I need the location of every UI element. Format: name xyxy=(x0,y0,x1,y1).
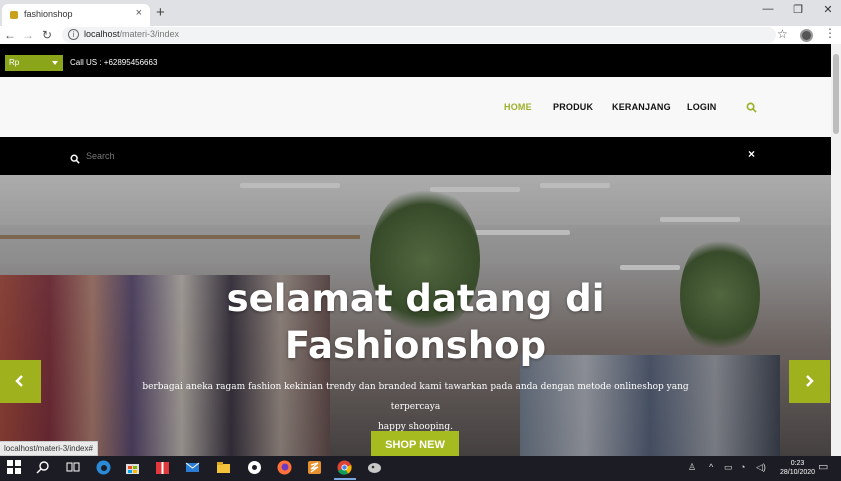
main-navbar: HOME PRODUK KERANJANG LOGIN xyxy=(0,77,831,137)
currency-label: Rp xyxy=(9,58,20,67)
media-app-icon[interactable] xyxy=(247,460,263,476)
network-icon[interactable]: ◔ xyxy=(740,462,745,472)
page-scrollbar[interactable] xyxy=(831,44,841,456)
clock-date: 28/10/2020 xyxy=(780,469,816,476)
browser-toolbar: ← → ↻ i localhost/materi-3/index ☆ ⋮ xyxy=(0,26,841,44)
hero-description-line-1: berbagai aneka ragam fashion kekinian tr… xyxy=(142,382,689,412)
search-icon[interactable] xyxy=(746,100,757,118)
close-icon[interactable]: × xyxy=(748,147,755,161)
store-icon[interactable] xyxy=(125,460,141,476)
scrollbar-thumb[interactable] xyxy=(833,54,839,134)
hero-carousel: selamat datang di Fashionshop berbagai a… xyxy=(0,175,831,456)
tray-expand-icon[interactable]: ^ xyxy=(709,462,713,472)
browser-tab[interactable]: fashionshop × xyxy=(2,4,150,26)
browser-tab-strip: fashionshop × + — ❐ ✕ xyxy=(0,0,841,26)
favicon-icon xyxy=(10,11,18,19)
url-host: localhost xyxy=(84,29,120,39)
hero-title: selamat datang di Fashionshop xyxy=(0,275,831,369)
search-bar: × xyxy=(0,137,831,175)
battery-icon[interactable]: ▭ xyxy=(724,462,733,473)
forward-icon[interactable]: → xyxy=(21,27,35,43)
profile-avatar[interactable] xyxy=(800,29,813,42)
nav-item-keranjang[interactable]: KERANJANG xyxy=(612,102,671,112)
web-page: Rp Call US : +62895456663 HOME PRODUK KE… xyxy=(0,44,831,456)
mail-icon[interactable] xyxy=(185,460,201,476)
carousel-next-button[interactable] xyxy=(789,360,830,403)
windows-taskbar: ♙ ^ ▭ ◔ ◁) 0:23 28/10/2020 ▭ xyxy=(0,456,841,481)
search-icon xyxy=(70,151,80,169)
bookmark-star-icon[interactable]: ☆ xyxy=(777,27,788,41)
sublime-text-icon[interactable] xyxy=(307,460,323,476)
volume-icon[interactable]: ◁) xyxy=(756,462,766,473)
back-icon[interactable]: ← xyxy=(3,27,17,43)
chevron-left-icon xyxy=(15,375,23,387)
nav-item-login[interactable]: LOGIN xyxy=(687,102,717,112)
taskbar-clock[interactable]: 0:23 28/10/2020 xyxy=(780,459,815,477)
chevron-down-icon xyxy=(52,61,58,65)
taskbar-search-icon[interactable] xyxy=(36,460,52,476)
clock-time: 0:23 xyxy=(790,460,805,467)
currency-select[interactable]: Rp xyxy=(5,55,63,71)
call-us-text: Call US : +62895456663 xyxy=(70,58,158,67)
shop-new-button[interactable]: SHOP NEW xyxy=(371,431,459,456)
hero-title-line-2: Fashionshop xyxy=(284,324,547,367)
chevron-right-icon xyxy=(806,375,814,387)
tab-close-button[interactable]: × xyxy=(136,7,142,19)
app-icon[interactable] xyxy=(367,460,383,476)
file-explorer-icon[interactable] xyxy=(216,460,232,476)
chrome-icon[interactable] xyxy=(334,460,356,480)
gift-app-icon[interactable] xyxy=(155,460,171,476)
hero-description: berbagai aneka ragam fashion kekinian tr… xyxy=(130,377,701,437)
minimize-icon[interactable]: — xyxy=(758,3,778,15)
top-info-bar: Rp Call US : +62895456663 xyxy=(0,44,831,77)
new-tab-button[interactable]: + xyxy=(156,4,165,22)
menu-kebab-icon[interactable]: ⋮ xyxy=(824,26,836,40)
address-bar[interactable]: i localhost/materi-3/index xyxy=(62,27,776,43)
notification-icon[interactable]: ▭ xyxy=(818,460,828,473)
windows-start-icon[interactable] xyxy=(7,460,23,476)
reload-icon[interactable]: ↻ xyxy=(40,27,54,43)
nav-item-home[interactable]: HOME xyxy=(504,102,532,112)
window-close-icon[interactable]: ✕ xyxy=(818,3,838,16)
edge-icon[interactable] xyxy=(96,460,112,476)
carousel-prev-button[interactable] xyxy=(0,360,41,403)
info-icon[interactable]: i xyxy=(68,29,79,40)
hero-title-line-1: selamat datang di xyxy=(226,277,605,320)
tab-title: fashionshop xyxy=(24,9,73,19)
people-icon[interactable]: ♙ xyxy=(688,462,696,473)
firefox-icon[interactable] xyxy=(277,460,293,476)
restore-icon[interactable]: ❐ xyxy=(788,3,808,16)
nav-item-produk[interactable]: PRODUK xyxy=(553,102,593,112)
search-input[interactable] xyxy=(86,147,486,165)
url-text: localhost/materi-3/index xyxy=(84,29,179,39)
status-link-preview: localhost/materi-3/index# xyxy=(0,441,98,456)
url-path: /materi-3/index xyxy=(119,29,180,39)
task-view-icon[interactable] xyxy=(66,460,82,476)
